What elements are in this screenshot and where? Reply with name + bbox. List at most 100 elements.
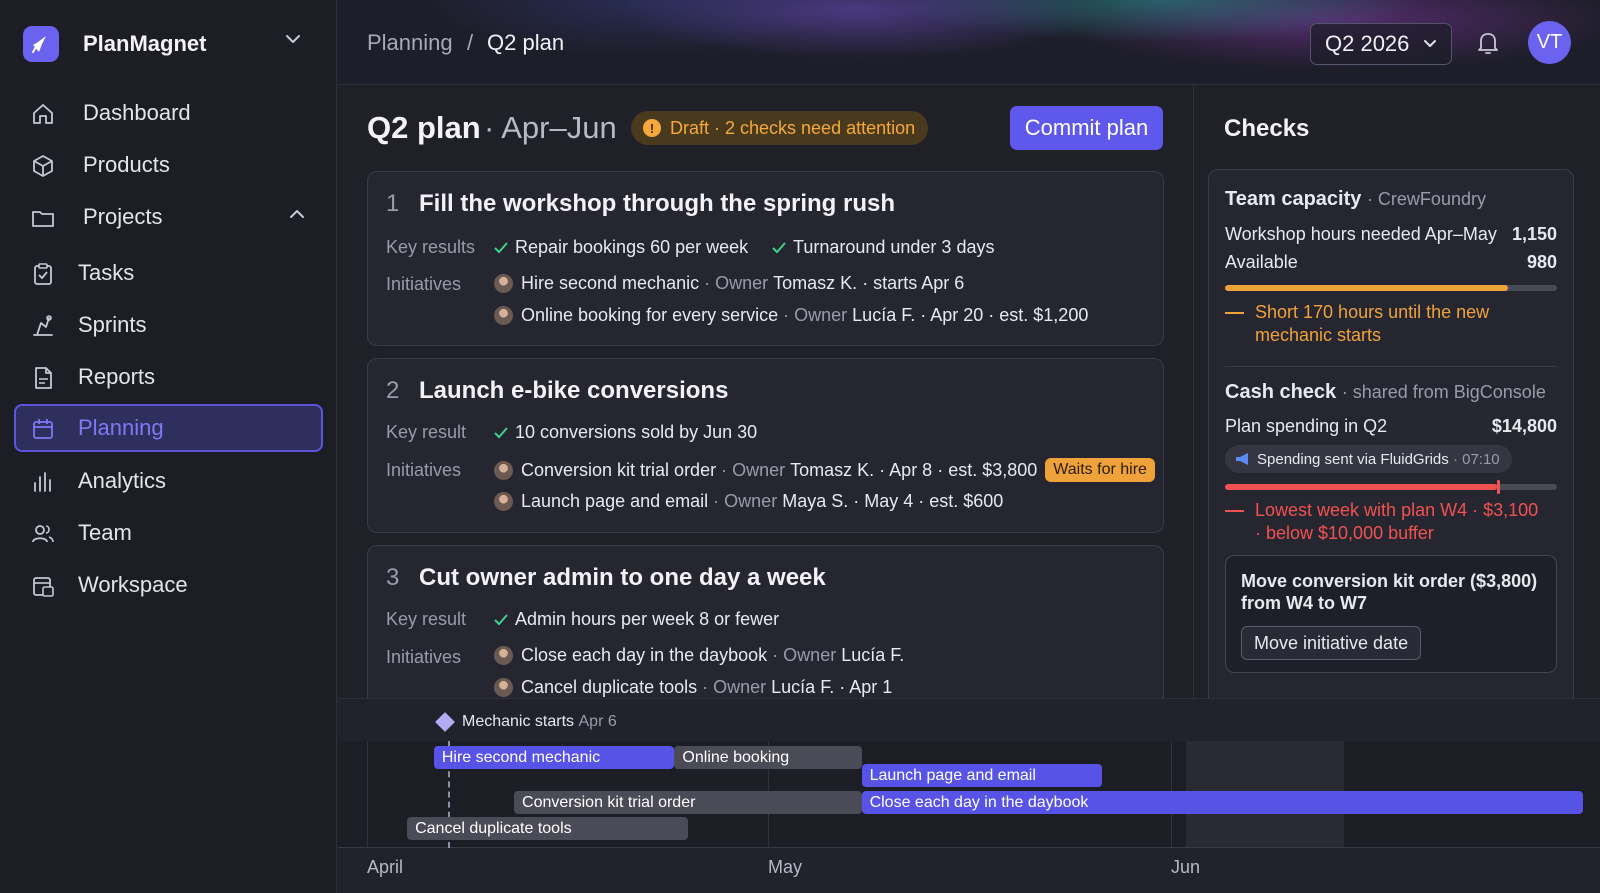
objective-card: 3 Cut owner admin to one day a week Key … (367, 545, 1164, 715)
nav-label: Team (78, 520, 132, 545)
month-gridline (367, 741, 368, 848)
initiative-name: Launch page and email (521, 491, 709, 511)
milestone-mechanic-starts[interactable]: Mechanic starts Apr 6 (435, 712, 617, 732)
warning-dash (1225, 510, 1244, 512)
cash-bar-marker (1497, 480, 1501, 494)
objective-card: 1 Fill the workshop through the spring r… (367, 171, 1164, 346)
milestone-label: Mechanic starts (462, 713, 575, 730)
owner-avatar (494, 306, 513, 325)
warning-icon: ! (643, 119, 661, 137)
key-result: Admin hours per week 8 or fewer (494, 609, 779, 630)
move-initiative-date-button[interactable]: Move initiative date (1241, 626, 1422, 660)
app-name: PlanMagnet (83, 31, 207, 56)
initiative-row[interactable]: Hire second mechanic · Owner Tomasz K. ·… (494, 273, 964, 294)
nav-item-projects[interactable]: Projects (14, 193, 323, 241)
gantt-bar[interactable]: Online booking (674, 746, 862, 769)
nav-label: Reports (78, 364, 156, 389)
gantt-bar[interactable]: Cancel duplicate tools (407, 817, 688, 840)
status-badge: ! Draft · 2 checks need attention (631, 111, 929, 145)
clipboard-icon (30, 261, 56, 287)
users-icon (30, 521, 56, 547)
chevron-up-icon[interactable] (289, 209, 305, 219)
report-icon (30, 365, 56, 391)
owner-avatar (494, 492, 513, 511)
breadcrumb-planning[interactable]: Planning (367, 30, 453, 56)
app-logo-icon (23, 26, 59, 62)
nav-item-team[interactable]: Team (14, 509, 323, 557)
capacity-heading: Team capacity · CrewFoundry (1225, 188, 1486, 211)
nav-item-reports[interactable]: Reports (14, 353, 323, 401)
waits-for-hire-tag: Waits for hire (1045, 458, 1155, 482)
period-selector[interactable]: Q2 2026 (1310, 23, 1452, 65)
initiative-row[interactable]: Launch page and email · Owner Maya S. · … (494, 491, 1003, 512)
checks-title: Checks (1224, 115, 1310, 142)
objective-number: 1 (386, 190, 400, 217)
initiative-meta: · Apr 1 (839, 677, 893, 697)
initiative-name: Online booking for every service (521, 305, 779, 325)
gantt-bar[interactable]: Launch page and email (861, 764, 1103, 787)
key-result-text: 10 conversions sold by Jun 30 (515, 422, 758, 442)
objective-title: Cut owner admin to one day a week (419, 564, 826, 591)
initiative-meta: · starts Apr 6 (862, 273, 965, 293)
breadcrumb-current: Q2 plan (487, 30, 565, 55)
key-result: Repair bookings 60 per week (494, 237, 748, 258)
nav-label: Projects (83, 204, 163, 229)
key-result-text: Admin hours per week 8 or fewer (515, 609, 780, 629)
month-label: Jun (1171, 857, 1201, 877)
hours-available-label: Available (1225, 252, 1298, 272)
key-results-label: Key result (386, 422, 467, 442)
nav-item-analytics[interactable]: Analytics (14, 457, 323, 505)
owner-avatar (494, 460, 513, 480)
check-icon (494, 241, 508, 253)
owner-label: · Owner (772, 645, 837, 665)
owner-name: Tomasz K. (790, 459, 875, 480)
checks-card: Team capacity · CrewFoundry Workshop hou… (1208, 169, 1574, 709)
nav-label: Dashboard (83, 100, 191, 125)
user-avatar[interactable]: VT (1528, 21, 1571, 64)
nav-item-workspace[interactable]: Workspace (14, 561, 323, 609)
nav-label: Planning (78, 415, 164, 440)
initiative-row[interactable]: Cancel duplicate tools · Owner Lucía F. … (494, 677, 892, 698)
check-icon (494, 426, 508, 438)
milestone-date: Apr 6 (578, 713, 617, 730)
initiative-meta: · Apr 20 · est. $1,200 (920, 305, 1089, 325)
check-icon (772, 241, 786, 253)
gantt-bar[interactable]: Conversion kit trial order (514, 791, 862, 814)
commit-plan-button[interactable]: Commit plan (1010, 106, 1163, 150)
nav-item-planning[interactable]: Planning (14, 404, 323, 452)
key-result-text: Repair bookings 60 per week (515, 237, 749, 257)
sprint-icon (30, 313, 56, 339)
suggestion-card: Move conversion kit order ($3,800) from … (1225, 555, 1557, 673)
bell-icon[interactable] (1476, 30, 1500, 56)
page-title: Q2 plan (367, 110, 481, 145)
checks-panel: Checks Team capacity · CrewFoundry Works… (1193, 85, 1600, 709)
sidebar: PlanMagnet Dashboard Products Projects T… (0, 0, 337, 893)
owner-label: · Owner (704, 273, 769, 293)
nav-item-dashboard[interactable]: Dashboard (14, 89, 323, 137)
page-subtitle: · Apr–Jun (484, 110, 617, 145)
workspace-switcher[interactable]: PlanMagnet (23, 24, 323, 64)
cash-warning-text: Lowest week with plan W4 · $3,100 · belo… (1255, 500, 1539, 543)
gantt-bar[interactable]: Close each day in the daybook (861, 791, 1584, 814)
initiative-row[interactable]: Conversion kit trial order · Owner Tomas… (494, 458, 1155, 482)
initiatives-label: Initiatives (386, 647, 462, 667)
gantt-bar[interactable]: Hire second mechanic (433, 746, 675, 769)
nav-item-sprints[interactable]: Sprints (14, 301, 323, 349)
initiative-meta: · May 4 · est. $600 (853, 491, 1004, 511)
initiative-row[interactable]: Close each day in the daybook · Owner Lu… (494, 645, 904, 666)
month-label: May (768, 857, 803, 877)
nav-label: Products (83, 152, 170, 177)
owner-label: · Owner (721, 459, 786, 480)
owner-label: · Owner (713, 491, 778, 511)
nav-label: Workspace (78, 572, 188, 597)
hours-available-value: 980 (1526, 252, 1557, 272)
objective-number: 2 (386, 377, 400, 404)
nav-item-products[interactable]: Products (14, 141, 323, 189)
cash-bar (1225, 480, 1557, 494)
initiatives-label: Initiatives (386, 274, 462, 294)
initiative-row[interactable]: Online booking for every service · Owner… (494, 305, 1088, 326)
check-icon (494, 613, 508, 625)
initiative-name: Cancel duplicate tools (521, 677, 698, 697)
owner-name: Lucía F. (771, 677, 835, 697)
nav-item-tasks[interactable]: Tasks (14, 249, 323, 297)
